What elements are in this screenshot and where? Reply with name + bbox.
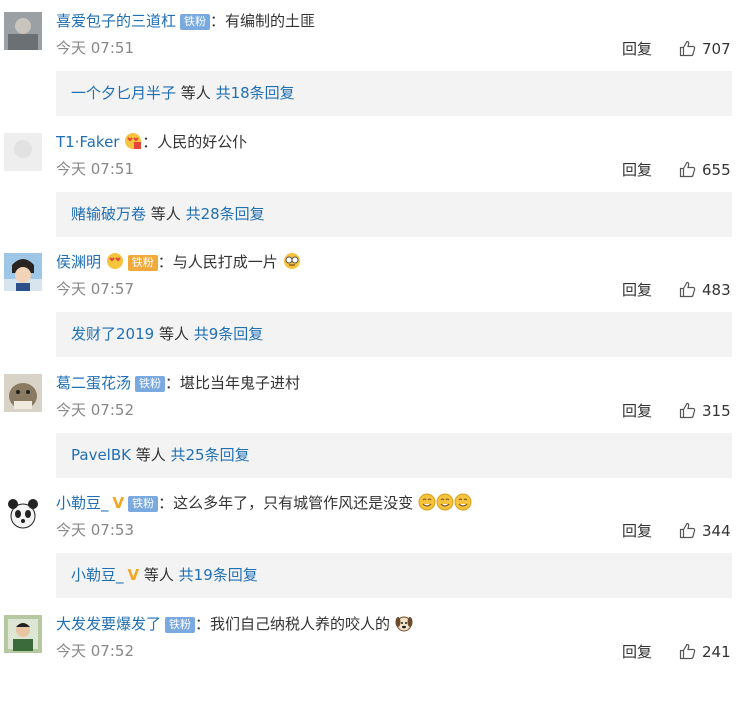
username-link[interactable]: T1·Faker xyxy=(56,133,119,151)
heart-eyes-emoji-icon xyxy=(124,132,142,150)
username-link[interactable]: 大发发要爆发了 xyxy=(56,615,161,633)
like-button[interactable]: 707 xyxy=(679,38,731,60)
reply-users[interactable]: PavelBK xyxy=(71,446,131,464)
comment-text: ：这么多年了，只有城管作风还是没变 xyxy=(158,494,413,512)
username-link[interactable]: 侯渊明 xyxy=(56,253,101,271)
smile-emoji-icon xyxy=(454,493,472,511)
reply-users[interactable]: 小勒豆_ xyxy=(71,566,124,584)
reply-mid: 等人 xyxy=(139,566,179,584)
fan-badge: 铁粉 xyxy=(135,376,165,392)
thumbs-up-icon xyxy=(679,161,696,178)
like-count: 315 xyxy=(702,402,731,420)
comment-line: 喜爱包子的三道杠铁粉：有编制的土匪 xyxy=(56,10,315,32)
verified-v-icon: V xyxy=(113,492,125,514)
like-button[interactable]: 344 xyxy=(679,520,731,542)
comment-text: ：人民的好公仆 xyxy=(142,133,247,151)
comment-time: 今天 07:52 xyxy=(56,399,134,421)
thumbs-up-icon xyxy=(679,522,696,539)
reply-mid: 等人 xyxy=(176,84,216,102)
smile-emoji-icon xyxy=(436,493,454,511)
reply-button[interactable]: 回复 xyxy=(622,159,652,181)
like-button[interactable]: 483 xyxy=(679,279,731,301)
reply-count[interactable]: 共9条回复 xyxy=(194,325,264,343)
verified-v-icon: V xyxy=(128,553,140,598)
like-button[interactable]: 241 xyxy=(679,641,731,663)
username-link[interactable]: 葛二蛋花汤 xyxy=(56,374,131,392)
reply-button[interactable]: 回复 xyxy=(622,279,652,301)
replies-summary[interactable]: 发财了2019 等人 共9条回复 xyxy=(56,312,732,357)
replies-summary[interactable]: 赌输破万卷 等人 共28条回复 xyxy=(56,192,732,237)
thumbs-up-icon xyxy=(679,40,696,57)
like-count: 655 xyxy=(702,161,731,179)
comment-item: 葛二蛋花汤铁粉：堪比当年鬼子进村 今天 07:52 回复 315 PavelBK… xyxy=(0,362,750,483)
replies-summary[interactable]: PavelBK 等人 共25条回复 xyxy=(56,433,732,478)
comment-time: 今天 07:52 xyxy=(56,640,134,662)
dog-emoji-icon xyxy=(395,614,413,632)
avatar[interactable] xyxy=(4,494,42,532)
fan-badge: 铁粉 xyxy=(128,496,158,512)
reply-mid: 等人 xyxy=(146,205,186,223)
comment-time: 今天 07:51 xyxy=(56,158,134,180)
comment-text: ：我们自己纳税人养的咬人的 xyxy=(195,615,390,633)
like-count: 344 xyxy=(702,522,731,540)
like-count: 241 xyxy=(702,643,731,661)
fan-badge: 铁粉 xyxy=(165,617,195,633)
like-button[interactable]: 315 xyxy=(679,400,731,422)
thumbs-up-icon xyxy=(679,281,696,298)
comment-line: 葛二蛋花汤铁粉：堪比当年鬼子进村 xyxy=(56,372,300,394)
reply-mid: 等人 xyxy=(154,325,194,343)
fan-badge: 铁粉 xyxy=(128,255,158,271)
comment-line: 侯渊明 铁粉：与人民打成一片 xyxy=(56,251,301,273)
comment-time: 今天 07:51 xyxy=(56,37,134,59)
reply-count[interactable]: 共18条回复 xyxy=(216,84,295,102)
like-button[interactable]: 655 xyxy=(679,159,731,181)
reply-mid: 等人 xyxy=(131,446,171,464)
username-link[interactable]: 喜爱包子的三道杠 xyxy=(56,12,176,30)
comment-line: T1·Faker ：人民的好公仆 xyxy=(56,131,247,153)
avatar[interactable] xyxy=(4,12,42,50)
comment-item: 大发发要爆发了铁粉：我们自己纳税人养的咬人的 今天 07:52 回复 241 xyxy=(0,603,750,723)
reply-count[interactable]: 共19条回复 xyxy=(179,566,258,584)
reply-count[interactable]: 共28条回复 xyxy=(186,205,265,223)
comment-line: 小勒豆_V铁粉：这么多年了，只有城管作风还是没变 xyxy=(56,492,472,514)
reply-button[interactable]: 回复 xyxy=(622,641,652,663)
avatar[interactable] xyxy=(4,133,42,171)
replies-summary[interactable]: 一个夕匕月半子 等人 共18条回复 xyxy=(56,71,732,116)
avatar[interactable] xyxy=(4,374,42,412)
avatar[interactable] xyxy=(4,615,42,653)
reply-button[interactable]: 回复 xyxy=(622,400,652,422)
username-link[interactable]: 小勒豆_ xyxy=(56,494,109,512)
reply-button[interactable]: 回复 xyxy=(622,520,652,542)
thumbs-up-icon xyxy=(679,643,696,660)
comment-text: ：堪比当年鬼子进村 xyxy=(165,374,300,392)
comment-item: 喜爱包子的三道杠铁粉：有编制的土匪 今天 07:51 回复 707 一个夕匕月半… xyxy=(0,0,750,121)
comment-text: ：有编制的土匪 xyxy=(210,12,315,30)
reply-count[interactable]: 共25条回复 xyxy=(171,446,250,464)
avatar[interactable] xyxy=(4,253,42,291)
replies-summary[interactable]: 小勒豆_V 等人 共19条回复 xyxy=(56,553,732,598)
comment-item: 侯渊明 铁粉：与人民打成一片 今天 07:57 回复 483 发财了2019 等… xyxy=(0,241,750,362)
reply-users[interactable]: 一个夕匕月半子 xyxy=(71,84,176,102)
heart-eyes-emoji-icon xyxy=(106,252,124,270)
comment-item: 小勒豆_V铁粉：这么多年了，只有城管作风还是没变 今天 07:53 回复 344… xyxy=(0,482,750,603)
comment-time: 今天 07:57 xyxy=(56,278,134,300)
comment-text: ：与人民打成一片 xyxy=(158,253,278,271)
fan-badge: 铁粉 xyxy=(180,14,210,30)
reply-users[interactable]: 赌输破万卷 xyxy=(71,205,146,223)
reply-users[interactable]: 发财了2019 xyxy=(71,325,154,343)
smile-emoji-icon xyxy=(418,493,436,511)
glasses-emoji-icon xyxy=(283,252,301,270)
reply-button[interactable]: 回复 xyxy=(622,38,652,60)
comment-item: T1·Faker ：人民的好公仆 今天 07:51 回复 655 赌输破万卷 等… xyxy=(0,121,750,242)
like-count: 483 xyxy=(702,281,731,299)
thumbs-up-icon xyxy=(679,402,696,419)
comment-time: 今天 07:53 xyxy=(56,519,134,541)
comment-line: 大发发要爆发了铁粉：我们自己纳税人养的咬人的 xyxy=(56,613,413,635)
like-count: 707 xyxy=(702,40,731,58)
